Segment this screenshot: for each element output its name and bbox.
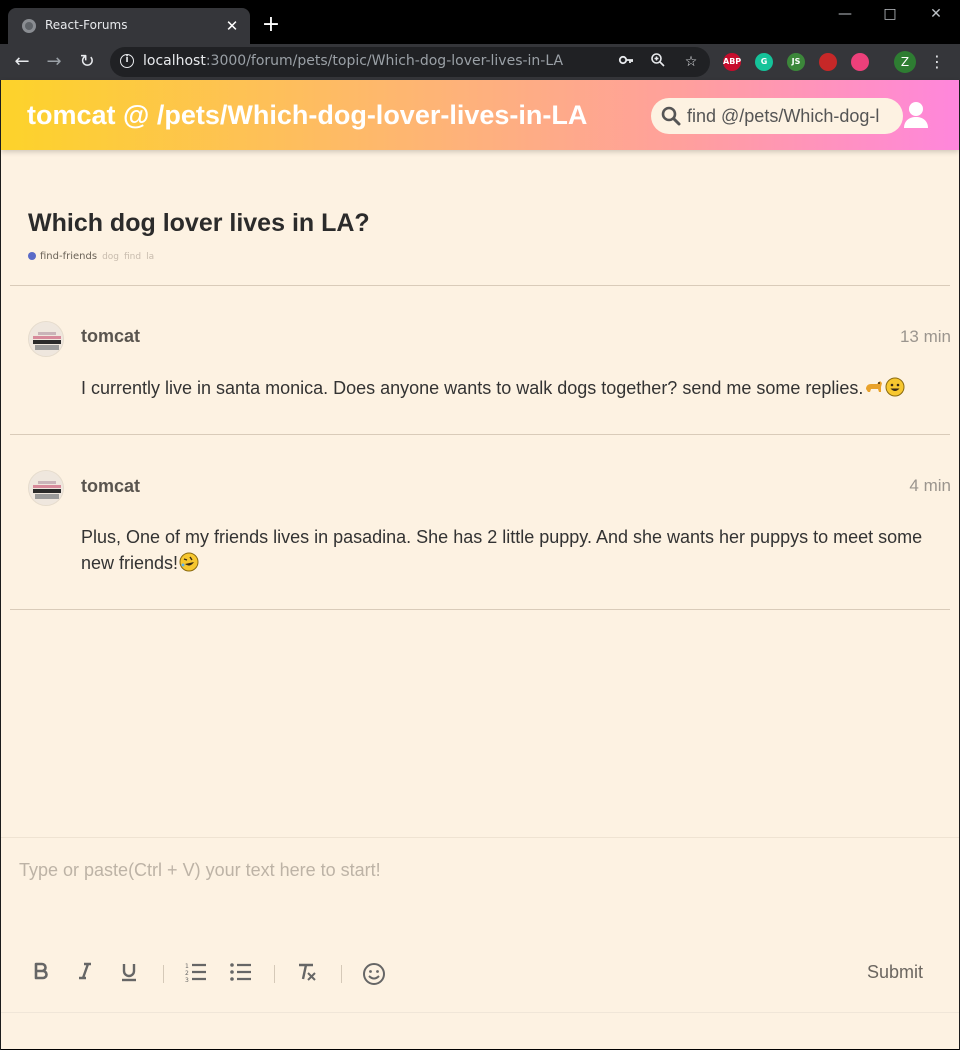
dog-emoji-icon	[866, 381, 883, 392]
minimize-icon[interactable]: —	[830, 6, 860, 22]
ordered-list-icon[interactable]: 123	[182, 960, 210, 988]
topic-title: Which dog lover lives in LA?	[28, 209, 370, 237]
browser-tab[interactable]: React-Forums ✕	[8, 8, 250, 44]
toolbar-separator	[163, 965, 164, 983]
toolbar-separator	[341, 965, 342, 983]
avatar[interactable]	[28, 470, 64, 506]
svg-text:2: 2	[185, 970, 189, 977]
divider	[10, 434, 950, 435]
post-time: 13 min	[899, 327, 951, 346]
rofl-emoji-icon	[179, 552, 199, 572]
underline-icon[interactable]	[115, 960, 143, 988]
emoji-picker-icon[interactable]	[360, 960, 388, 988]
address-bar[interactable]: i localhost:3000/forum/pets/topic/Which-…	[110, 47, 710, 77]
category-link[interactable]: find-friends	[40, 251, 97, 262]
divider	[10, 609, 950, 610]
app-header: tomcat @ /pets/Which-dog-lover-lives-in-…	[1, 80, 959, 150]
maximize-icon[interactable]: □	[875, 6, 905, 22]
submit-button[interactable]: Submit	[867, 962, 923, 983]
bullet-list-icon[interactable]	[227, 960, 255, 988]
search-box[interactable]	[651, 98, 903, 134]
tab-close-icon[interactable]: ✕	[222, 16, 242, 36]
url-text[interactable]: localhost:3000/forum/pets/topic/Which-do…	[143, 53, 563, 69]
new-tab-button[interactable]: +	[260, 14, 282, 36]
user-icon[interactable]	[903, 101, 929, 129]
tag-dog[interactable]: dog	[102, 252, 119, 262]
extension-red-icon[interactable]	[819, 53, 837, 71]
grinning-face-emoji-icon	[885, 377, 905, 397]
italic-icon[interactable]	[71, 960, 99, 988]
divider	[10, 285, 950, 286]
svg-text:1: 1	[185, 963, 189, 970]
key-icon[interactable]	[616, 52, 636, 72]
site-info-icon[interactable]: i	[120, 54, 134, 68]
avatar[interactable]	[28, 321, 64, 357]
footer-separator	[1, 1012, 959, 1013]
tag-find[interactable]: find	[124, 252, 141, 262]
search-icon	[661, 106, 681, 126]
dark-mode-moon-icon[interactable]	[851, 53, 869, 71]
bold-icon[interactable]	[27, 960, 55, 988]
tag-la[interactable]: la	[146, 252, 154, 262]
browser-tabstrip: React-Forums ✕ + — □ ✕	[0, 0, 960, 44]
reload-icon[interactable]: ↻	[75, 50, 99, 74]
post-body: Plus, One of my friends lives in pasadin…	[81, 524, 951, 576]
window-border	[0, 80, 1, 1050]
forum-app: tomcat @ /pets/Which-dog-lover-lives-in-…	[1, 80, 959, 1049]
browser-menu-icon[interactable]: ⋮	[928, 52, 946, 72]
forward-arrow-icon[interactable]: →	[42, 50, 66, 74]
grammarly-icon[interactable]: G	[755, 53, 773, 71]
topic-tags: find-friends dog find la	[28, 251, 159, 262]
post-text: I currently live in santa monica. Does a…	[81, 378, 864, 398]
window-close-icon[interactable]: ✕	[921, 6, 951, 22]
nodejs-icon[interactable]: JS	[787, 53, 805, 71]
post-text: Plus, One of my friends lives in pasadin…	[81, 527, 923, 573]
browser-toolbar: ← → ↻ i localhost:3000/forum/pets/topic/…	[0, 44, 960, 80]
svg-text:3: 3	[185, 977, 189, 982]
tab-title: React-Forums	[45, 18, 128, 32]
adblock-plus-icon[interactable]: ABP	[723, 53, 741, 71]
post-time: 4 min	[909, 476, 951, 495]
zoom-icon[interactable]	[648, 52, 668, 72]
category-dot	[28, 251, 36, 260]
post-author[interactable]: tomcat	[81, 476, 140, 497]
post-body: I currently live in santa monica. Does a…	[81, 375, 951, 401]
search-input[interactable]	[687, 103, 891, 129]
app-title: tomcat @ /pets/Which-dog-lover-lives-in-…	[27, 100, 588, 130]
profile-avatar[interactable]: Z	[894, 51, 916, 73]
toolbar-separator	[274, 965, 275, 983]
globe-icon	[22, 19, 36, 33]
clear-format-icon[interactable]	[293, 960, 321, 988]
editor-separator	[1, 837, 959, 838]
post-author[interactable]: tomcat	[81, 326, 140, 347]
reply-editor[interactable]	[19, 860, 939, 890]
back-arrow-icon[interactable]: ←	[10, 50, 34, 74]
bookmark-star-icon[interactable]: ☆	[681, 52, 701, 72]
